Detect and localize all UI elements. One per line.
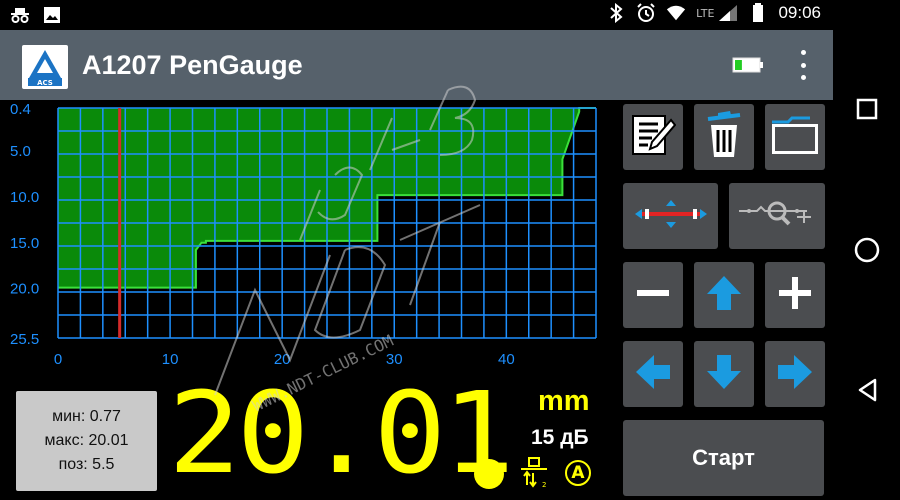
zoom-button[interactable] [729,183,825,249]
clock: 09:06 [778,3,821,22]
gate-width-button[interactable] [623,183,718,249]
acs-logo: ACS [22,45,68,89]
max-value: макс: 20.01 [44,432,129,449]
increase-button[interactable] [765,262,825,328]
image-icon [42,5,62,25]
x-tick-label: 10 [162,351,179,368]
status-bar: LTE 09:06 [0,0,833,30]
app-title: A1207 PenGauge [82,50,303,80]
move-left-button[interactable] [623,341,683,407]
gain-label: 15 дБ [531,426,589,449]
edit-icon [630,112,677,162]
delete-button[interactable] [694,104,754,170]
gate-width-icon [633,197,709,235]
y-tick-label: 20.0 [10,281,39,298]
back-icon[interactable] [851,374,883,406]
logo-text: ACS [37,79,53,87]
home-icon[interactable] [851,234,883,266]
zoom-icon [737,197,817,235]
plus-icon [777,275,813,315]
recents-icon[interactable] [851,93,883,125]
unit-label: mm [538,385,590,417]
device-battery-indicator [732,57,764,77]
arrow-right-icon [775,352,815,396]
stats-box: мин: 0.77 макс: 20.01 поз: 5.5 [16,391,157,491]
move-right-button[interactable] [765,341,825,407]
arrow-left-icon [633,352,673,396]
y-tick-label: 15.0 [10,235,39,252]
overflow-menu-icon[interactable] [795,50,811,80]
y-tick-label: 5.0 [10,143,31,160]
start-button[interactable]: Старт [623,420,824,496]
system-nav-bar [833,0,900,500]
network-type-label: LTE [696,6,715,20]
thickness-reading: 20.01 [168,369,515,499]
arrow-down-icon [704,352,744,396]
move-down-button[interactable] [694,341,754,407]
alarm-icon [636,3,656,23]
trash-icon [704,111,744,163]
folder-icon [770,114,820,160]
min-value: мин: 0.77 [52,408,121,425]
x-tick-label: 20 [274,351,291,368]
probe-icon: 2 [519,457,549,493]
y-tick-label: 25.5 [10,331,39,348]
arrow-up-icon [704,273,744,317]
x-tick-label: 0 [54,351,62,368]
thickness-profile-chart[interactable]: 0.4 5.0 10.0 15.0 20.0 25.5 0 10 20 30 40 [0,100,600,372]
position-value: поз: 5.5 [58,456,115,473]
y-tick-label: 10.0 [10,189,39,206]
svg-text:2: 2 [542,481,546,489]
x-tick-label: 30 [386,351,403,368]
bluetooth-icon [606,3,626,23]
wifi-icon [666,3,686,23]
incognito-icon [10,5,30,25]
mode-badge: A [565,460,591,486]
decrease-button[interactable] [623,262,683,328]
x-tick-label: 40 [498,351,515,368]
measurement-indicator [474,459,504,489]
battery-icon [748,3,768,23]
edit-button[interactable] [623,104,683,170]
signal-icon [718,3,738,23]
open-folder-button[interactable] [765,104,825,170]
move-up-button[interactable] [694,262,754,328]
y-tick-label: 0.4 [10,101,31,118]
minus-icon [635,275,671,315]
